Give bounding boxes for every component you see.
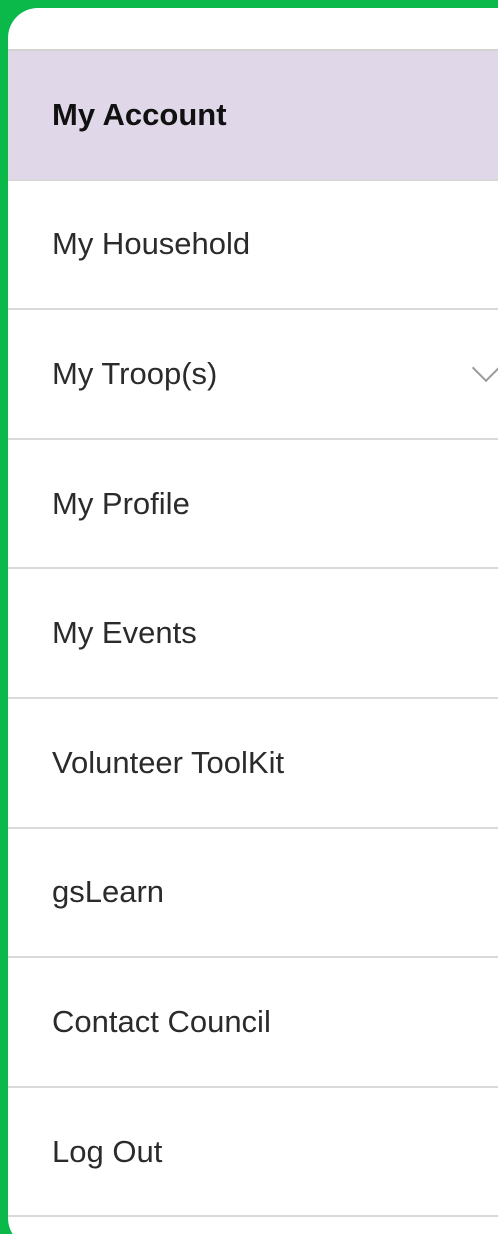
menu-item-label: My Troop(s) <box>52 355 218 391</box>
menu-item-label: gsLearn <box>52 874 165 910</box>
menu-item-label: Log Out <box>52 1133 163 1169</box>
menu-item-label: Volunteer ToolKit <box>52 744 285 780</box>
menu-item-my-household[interactable]: My Household <box>8 181 498 311</box>
menu-item-my-events[interactable]: My Events <box>8 569 498 699</box>
menu-item-log-out[interactable]: Log Out <box>8 1088 498 1218</box>
menu-item-label: My Account <box>52 96 227 132</box>
menu-item-gslearn[interactable]: gsLearn <box>8 829 498 959</box>
menu-item-label: My Events <box>52 615 197 651</box>
menu-item-my-profile[interactable]: My Profile <box>8 440 498 570</box>
menu-item-contact-council[interactable]: Contact Council <box>8 958 498 1088</box>
menu-item-my-account[interactable]: My Account <box>8 51 498 181</box>
menu-header-spacer <box>8 8 498 51</box>
chevron-down-icon[interactable] <box>471 353 498 383</box>
account-menu-panel: My Account My Household My Troop(s) My P… <box>8 8 498 1234</box>
menu-item-volunteer-toolkit[interactable]: Volunteer ToolKit <box>8 699 498 829</box>
account-menu: My Account My Household My Troop(s) My P… <box>8 51 498 1218</box>
menu-item-label: My Profile <box>52 485 190 521</box>
menu-item-my-troops[interactable]: My Troop(s) <box>8 310 498 440</box>
menu-item-label: My Household <box>52 226 251 262</box>
menu-item-label: Contact Council <box>52 1003 271 1039</box>
